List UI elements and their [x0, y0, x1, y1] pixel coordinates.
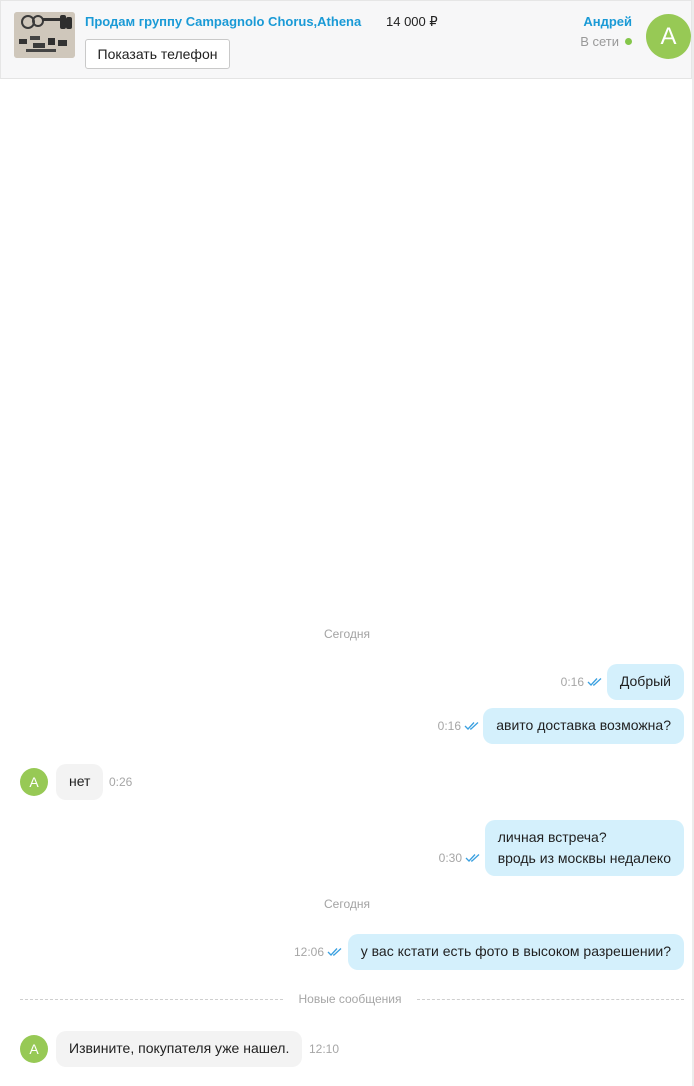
message-time: 12:10 [309, 1042, 340, 1056]
ad-price: 14 000 ₽ [386, 14, 438, 29]
message-time: 12:06 [293, 945, 324, 959]
separator-line [20, 999, 283, 1000]
message-text: авито доставка возможна? [496, 717, 671, 733]
message-text: Добрый [619, 673, 671, 689]
read-ticks-icon [465, 854, 480, 862]
show-phone-button[interactable]: Показать телефон [85, 39, 230, 69]
message-bubble[interactable]: у вас кстати есть фото в высоком разреше… [347, 934, 684, 970]
message-text: нет [69, 773, 91, 789]
message-text-line: личная встреча? [497, 829, 607, 845]
read-ticks-icon [587, 678, 602, 686]
message-meta: 0:16 [438, 719, 481, 733]
day-separator: Сегодня [324, 897, 370, 911]
message-meta: 0:26 [109, 775, 132, 789]
user-status: В сети [580, 34, 632, 49]
message-bubble[interactable]: Извините, покупателя уже нашел. [56, 1031, 303, 1067]
message-time: 0:26 [109, 775, 133, 789]
message-meta: 12:10 [309, 1042, 339, 1056]
online-indicator-icon [625, 38, 632, 45]
message-bubble[interactable]: Добрый [606, 664, 684, 700]
sender-avatar[interactable]: А [20, 1035, 48, 1063]
message-meta: 0:30 [439, 851, 482, 865]
message-text: у вас кстати есть фото в высоком разреше… [360, 943, 671, 959]
new-messages-separator: Новые сообщения [20, 992, 684, 1008]
ad-title-link[interactable]: Продам группу Campagnolo Chorus,Athena [85, 14, 365, 29]
user-avatar[interactable]: А [646, 14, 691, 59]
message-time: 0:16 [560, 675, 584, 689]
message-bubble[interactable]: авито доставка возможна? [483, 708, 684, 744]
user-name-link[interactable]: Андрей [583, 14, 632, 29]
message-text: Извините, покупателя уже нашел. [69, 1040, 290, 1056]
chat-header: Продам группу Campagnolo Chorus,Athena 1… [0, 0, 692, 79]
separator-line [417, 999, 684, 1000]
new-messages-label: Новые сообщения [298, 992, 402, 1006]
day-separator: Сегодня [324, 627, 370, 641]
message-meta: 0:16 [561, 675, 604, 689]
sender-avatar[interactable]: А [20, 768, 48, 796]
message-bubble[interactable]: личная встреча? вродь из москвы недалеко [484, 820, 684, 876]
product-photo-icon[interactable] [14, 12, 75, 58]
user-status-label: В сети [580, 34, 619, 49]
message-time: 0:16 [437, 719, 461, 733]
message-time: 0:30 [438, 851, 462, 865]
message-bubble[interactable]: нет [56, 764, 104, 800]
message-meta: 12:06 [294, 945, 344, 959]
message-text-line: вродь из москвы недалеко [497, 850, 671, 866]
read-ticks-icon [327, 948, 342, 956]
read-ticks-icon [464, 722, 479, 730]
